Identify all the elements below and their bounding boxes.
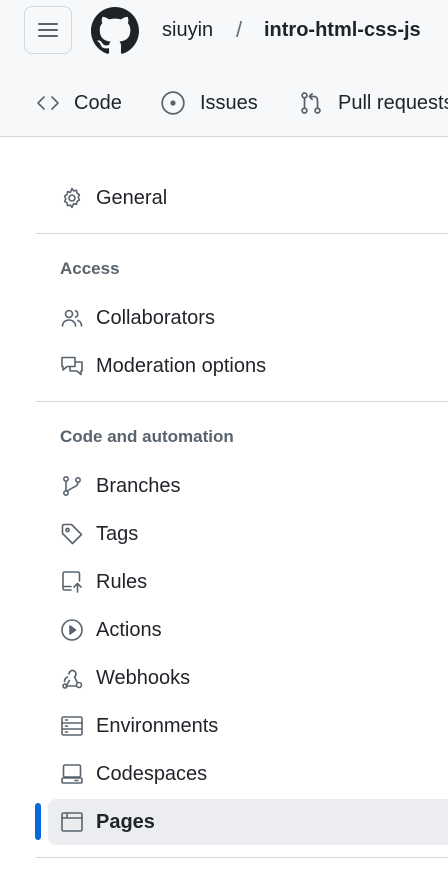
webhook-icon xyxy=(62,669,83,689)
sidebar-item-actions[interactable]: Actions xyxy=(48,607,448,653)
repo-header: siuyin / intro-html-css-js Code Issues P… xyxy=(0,0,448,137)
section-divider xyxy=(36,857,448,858)
play-icon xyxy=(61,619,83,641)
sidebar-item-label: Branches xyxy=(96,475,181,497)
github-logo-icon[interactable] xyxy=(91,7,139,55)
sidebar-item-label: Actions xyxy=(96,619,162,641)
sidebar-item-tags[interactable]: Tags xyxy=(48,511,448,557)
sidebar-item-environments[interactable]: Environments xyxy=(48,703,448,749)
server-icon xyxy=(61,716,83,736)
sidebar-item-label: Tags xyxy=(96,523,139,545)
sidebar-item-label: Rules xyxy=(96,571,148,593)
people-icon xyxy=(61,309,83,327)
code-icon xyxy=(37,96,59,110)
codespaces-icon xyxy=(61,764,83,784)
tab-code-label: Code xyxy=(74,91,122,114)
sidebar-item-moderation-options[interactable]: Moderation options xyxy=(48,343,448,389)
sidebar-item-general[interactable]: General xyxy=(48,175,448,221)
sidebar-item-rules[interactable]: Rules xyxy=(48,559,448,605)
sidebar-item-label: Pages xyxy=(96,811,155,833)
section-title-access: Access xyxy=(60,259,120,278)
issue-opened-icon xyxy=(161,91,185,115)
sidebar-item-label: Moderation options xyxy=(96,355,267,377)
tab-pull-requests-label: Pull requests xyxy=(338,91,448,114)
tab-pull-requests[interactable]: Pull requests xyxy=(298,88,448,118)
git-branch-icon xyxy=(62,475,82,496)
tab-issues[interactable]: Issues xyxy=(160,88,258,118)
tag-icon xyxy=(61,523,83,545)
tab-issues-label: Issues xyxy=(200,91,258,114)
git-pull-request-icon xyxy=(301,92,321,114)
sidebar-item-collaborators[interactable]: Collaborators xyxy=(48,295,448,341)
sidebar-item-label: Environments xyxy=(96,715,219,737)
sidebar-item-label: Webhooks xyxy=(96,667,191,689)
gear-icon xyxy=(63,187,81,209)
repo-name-link[interactable]: intro-html-css-js xyxy=(264,17,421,43)
sidebar-item-label: Collaborators xyxy=(96,307,215,329)
breadcrumb-separator: / xyxy=(236,17,243,42)
hamburger-menu-button[interactable] xyxy=(24,6,72,54)
sidebar-item-webhooks[interactable]: Webhooks xyxy=(48,655,448,701)
sidebar-item-label: General xyxy=(96,187,168,209)
repo-push-icon xyxy=(62,571,82,593)
tab-code[interactable]: Code xyxy=(36,88,122,118)
sidebar-item-codespaces[interactable]: Codespaces xyxy=(48,751,448,797)
active-indicator xyxy=(35,803,41,840)
sidebar-item-label: Codespaces xyxy=(96,763,208,785)
comment-discussion-icon xyxy=(61,356,83,376)
repo-owner-link[interactable]: siuyin xyxy=(162,17,213,43)
section-divider xyxy=(36,233,448,234)
section-title-code-and-automation: Code and automation xyxy=(60,427,234,446)
section-divider xyxy=(36,401,448,402)
browser-icon xyxy=(61,812,83,832)
sidebar-item-branches[interactable]: Branches xyxy=(48,463,448,509)
hamburger-icon xyxy=(38,23,58,37)
sidebar-item-pages[interactable]: Pages xyxy=(48,799,448,845)
